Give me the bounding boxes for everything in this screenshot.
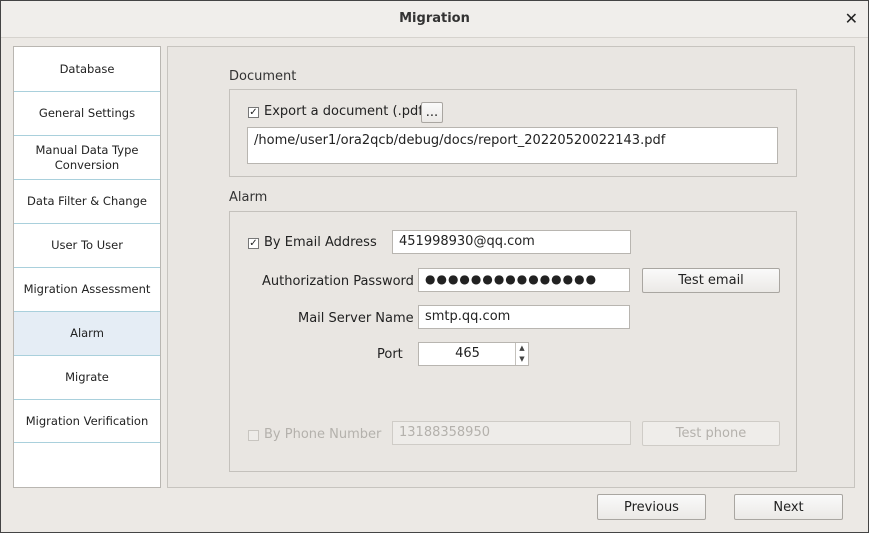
sidebar-item-label: Migrate (65, 370, 109, 384)
title-bar: Migration ✕ (1, 1, 868, 38)
test-email-button[interactable]: Test email (642, 268, 780, 293)
migration-dialog: Migration ✕ Database General Settings Ma… (0, 0, 869, 533)
port-spinbox[interactable]: 465 (418, 342, 529, 366)
mail-server-field[interactable]: smtp.qq.com (418, 305, 630, 329)
email-label: By Email Address (264, 235, 377, 250)
sidebar-item-label: Migration Assessment (23, 282, 151, 296)
export-document-label: Export a document (.pdf) (264, 104, 428, 119)
export-document-checkbox[interactable]: ✓ (248, 107, 259, 118)
content-panel: Document ✓ Export a document (.pdf) ... … (167, 46, 855, 488)
browse-button[interactable]: ... (421, 102, 443, 123)
spin-up-icon[interactable]: ▲ (516, 343, 528, 354)
email-checkbox[interactable]: ✓ (248, 238, 259, 249)
auth-password-field[interactable]: ●●●●●●●●●●●●●●● (418, 268, 630, 292)
sidebar-item-user-to-user[interactable]: User To User (14, 224, 160, 268)
previous-button[interactable]: Previous (597, 494, 706, 520)
sidebar-item-label: Database (59, 61, 115, 76)
close-icon[interactable]: ✕ (845, 9, 858, 28)
sidebar-item-label: Alarm (70, 326, 104, 340)
sidebar: Database General Settings Manual Data Ty… (13, 46, 161, 488)
document-section-label: Document (229, 69, 297, 84)
window-title: Migration (399, 11, 470, 26)
sidebar-item-label: Migration Verification (25, 413, 149, 428)
sidebar-item-migrate[interactable]: Migrate (14, 356, 160, 400)
alarm-section-label: Alarm (229, 190, 268, 205)
sidebar-item-label: User To User (51, 238, 123, 252)
sidebar-item-label: Data Filter & Change (27, 194, 147, 208)
sidebar-item-alarm[interactable]: Alarm (14, 312, 160, 356)
sidebar-item-general-settings[interactable]: General Settings (14, 92, 160, 136)
port-label: Port (377, 347, 403, 362)
next-button[interactable]: Next (734, 494, 843, 520)
sidebar-item-migration-verification[interactable]: Migration Verification (14, 400, 160, 443)
sidebar-item-label: General Settings (38, 106, 136, 120)
document-path-field[interactable]: /home/user1/ora2qcb/debug/docs/report_20… (247, 127, 778, 164)
phone-label: By Phone Number (264, 427, 382, 442)
sidebar-item-data-filter-change[interactable]: Data Filter & Change (14, 180, 160, 224)
sidebar-item-manual-data-type-conversion[interactable]: Manual Data Type Conversion (14, 136, 160, 180)
document-group: ✓ Export a document (.pdf) ... /home/use… (229, 89, 797, 177)
test-phone-button[interactable]: Test phone (642, 421, 780, 446)
sidebar-item-label: Manual Data Type Conversion (35, 142, 139, 172)
mail-server-label: Mail Server Name (298, 311, 414, 326)
alarm-group: ✓ By Email Address 451998930@qq.com Auth… (229, 211, 797, 472)
sidebar-item-migration-assessment[interactable]: Migration Assessment (14, 268, 160, 312)
sidebar-item-database[interactable]: Database (14, 47, 160, 92)
auth-password-label: Authorization Password (262, 274, 414, 289)
spin-down-icon[interactable]: ▼ (516, 354, 528, 365)
email-field[interactable]: 451998930@qq.com (392, 230, 631, 254)
phone-checkbox[interactable] (248, 430, 259, 441)
phone-field[interactable]: 13188358950 (392, 421, 631, 445)
port-spin-arrows: ▲ ▼ (515, 343, 528, 365)
